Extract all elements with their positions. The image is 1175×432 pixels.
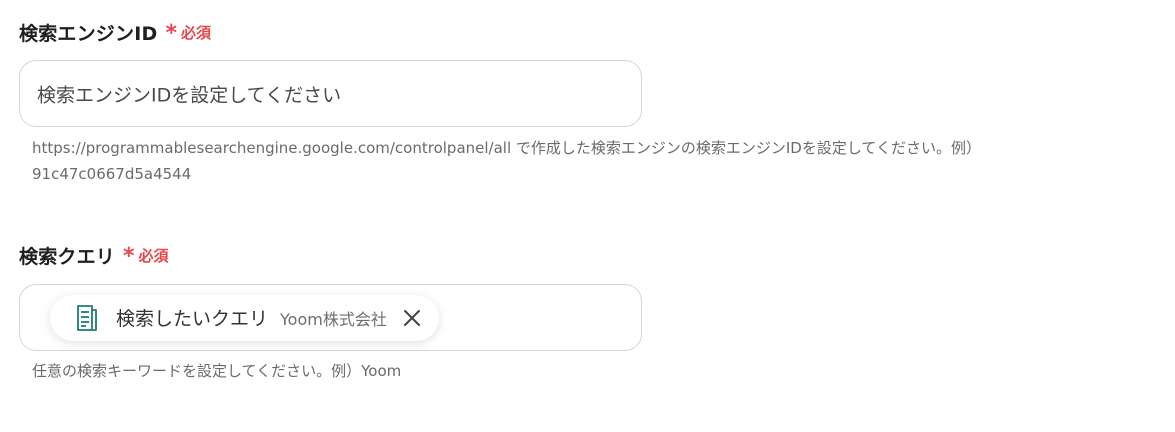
close-icon[interactable]: [401, 307, 423, 329]
required-text: 必須: [180, 23, 211, 42]
query-help: 任意の検索キーワードを設定してください。例）Yoom: [32, 362, 402, 380]
engine-id-help-line2: 91c47c0667d5a4544: [32, 165, 192, 183]
engine-id-help: https://programmablesearchengine.google.…: [32, 135, 981, 187]
required-asterisk: *: [165, 21, 177, 46]
engine-id-placeholder: 検索エンジンIDを設定してください: [37, 84, 342, 106]
engine-id-help-line1: https://programmablesearchengine.google.…: [32, 139, 981, 157]
query-variable-chip[interactable]: 検索したいクエリ Yoom株式会社: [50, 294, 439, 341]
document-list-icon: [74, 304, 100, 332]
query-label-row: 検索クエリ * 必須: [19, 242, 169, 268]
engine-id-label: 検索エンジンID: [19, 22, 158, 45]
query-input[interactable]: 検索したいクエリ Yoom株式会社: [19, 284, 642, 351]
chip-label: 検索したいクエリ: [116, 308, 269, 330]
engine-id-label-row: 検索エンジンID * 必須: [19, 19, 211, 45]
engine-id-input[interactable]: 検索エンジンIDを設定してください: [19, 60, 642, 127]
required-asterisk: *: [123, 244, 135, 269]
chip-source: Yoom株式会社: [280, 309, 387, 329]
required-text: 必須: [138, 246, 169, 265]
query-label: 検索クエリ: [19, 245, 116, 268]
